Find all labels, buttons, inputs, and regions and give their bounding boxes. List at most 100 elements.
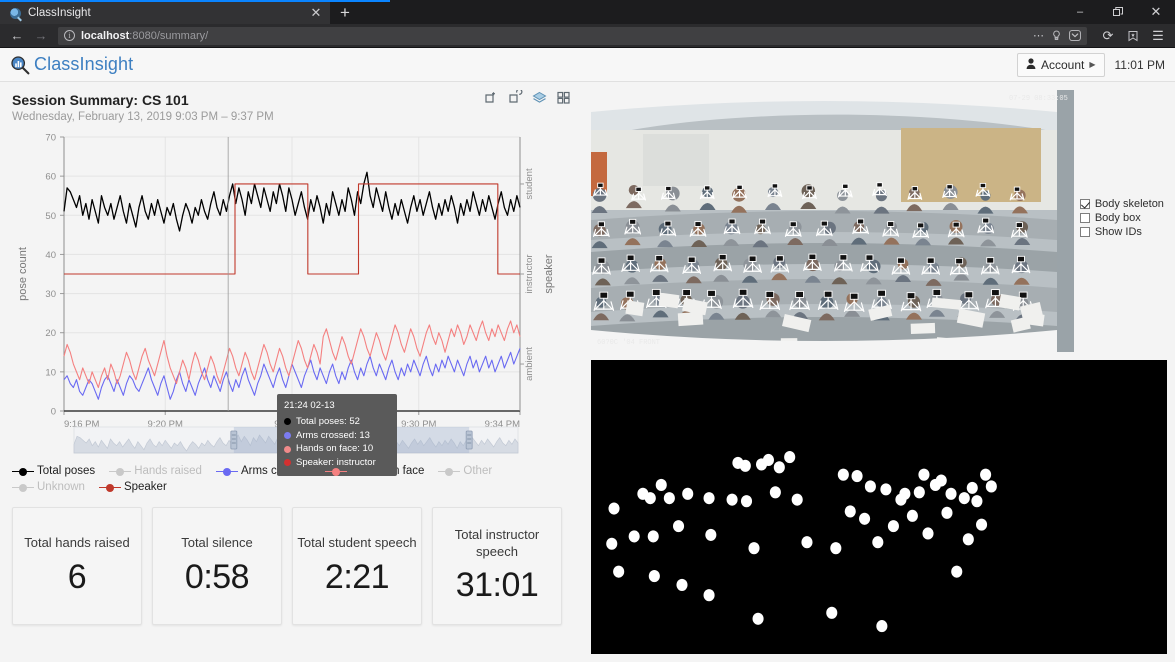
- video-frame: [591, 90, 1057, 352]
- session-datetime: Wednesday, February 13, 2019 9:03 PM – 9…: [12, 111, 274, 123]
- seat-dot: [644, 492, 656, 505]
- seat-dot: [791, 493, 803, 506]
- svg-text:10: 10: [45, 367, 56, 378]
- checkbox-label: Body skeleton: [1094, 198, 1164, 210]
- browser-window: ClassInsight ✕ + – ✕ ← → i localhost:808…: [0, 0, 1175, 662]
- seat-dot: [837, 468, 849, 481]
- account-button[interactable]: Account ▶: [1017, 52, 1105, 77]
- forward-icon[interactable]: →: [30, 26, 52, 46]
- seat-dot: [958, 492, 970, 505]
- header-right: Account ▶ 11:01 PM: [1017, 52, 1165, 77]
- legend-marker: [109, 467, 132, 476]
- brand-name: ClassInsight: [34, 54, 134, 74]
- back-icon[interactable]: ←: [6, 26, 28, 46]
- chevron-right-icon: ▶: [1089, 60, 1096, 69]
- new-tab-button[interactable]: +: [330, 2, 360, 24]
- legend-item-total-poses[interactable]: Total poses: [12, 465, 95, 477]
- svg-text:20: 20: [45, 328, 56, 339]
- url-text: localhost:8080/summary/: [81, 30, 208, 42]
- svg-text:pose count: pose count: [17, 247, 29, 301]
- stat-card-label: Total student speech: [297, 535, 417, 551]
- pocket-icon[interactable]: [1069, 30, 1081, 41]
- right-column: 07-29 08:33:05 60?0C '04 FRONT Body skel…: [585, 82, 1175, 662]
- seat-dot: [673, 520, 685, 533]
- classroom-video[interactable]: 07-29 08:33:05 60?0C '04 FRONT: [591, 90, 1074, 352]
- seat-dot: [887, 520, 899, 533]
- browser-tab[interactable]: ClassInsight ✕: [0, 2, 330, 24]
- bookmark-icon[interactable]: [1122, 26, 1144, 46]
- seat-dot: [985, 480, 997, 493]
- svg-text:70: 70: [45, 133, 56, 144]
- seat-dot: [935, 474, 947, 487]
- seat-dot: [899, 487, 911, 500]
- checkbox-label: Show IDs: [1094, 226, 1142, 238]
- checkbox-body-box[interactable]: Body box: [1079, 212, 1167, 224]
- checkbox-box[interactable]: [1079, 227, 1090, 237]
- legend-item-speaker[interactable]: Speaker: [98, 481, 167, 493]
- classinsight-favicon: [10, 7, 21, 19]
- checkbox-show-ids[interactable]: Show IDs: [1079, 226, 1167, 238]
- stat-card-total-hands-raised: Total hands raised 6: [12, 507, 142, 625]
- tab-title: ClassInsight: [28, 7, 91, 19]
- svg-text:instructor: instructor: [524, 254, 535, 293]
- layers-icon[interactable]: [532, 90, 547, 105]
- grid-icon[interactable]: [556, 90, 571, 105]
- seat-position-map[interactable]: [591, 360, 1167, 654]
- seat-dot: [703, 589, 715, 602]
- legend-item-other[interactable]: Other: [438, 465, 492, 477]
- crop-undo-icon[interactable]: [508, 88, 523, 105]
- pose-count-chart[interactable]: 0102030405060709:16 PM9:20 PM9:25 PM9:30…: [12, 129, 573, 476]
- main-body: Session Summary: CS 101 Wednesday, Febru…: [0, 82, 1175, 662]
- seat-dot: [918, 468, 930, 481]
- window-controls: – ✕: [1061, 0, 1175, 24]
- legend-label: Speaker: [123, 481, 167, 493]
- menu-icon[interactable]: ☰: [1147, 26, 1169, 46]
- reload-icon[interactable]: ⟳: [1097, 26, 1119, 46]
- minimize-icon[interactable]: –: [1061, 0, 1099, 24]
- close-window-icon[interactable]: ✕: [1137, 0, 1175, 24]
- site-info-icon[interactable]: i: [64, 30, 75, 41]
- app-header: ClassInsight Account ▶ 11:01 PM: [0, 48, 1175, 82]
- checkbox-box[interactable]: [1079, 199, 1090, 209]
- stat-card-total-student-speech: Total student speech 2:21: [292, 507, 422, 625]
- clock-display: 11:01 PM: [1114, 57, 1165, 72]
- seat-dot: [608, 502, 620, 515]
- address-bar[interactable]: i localhost:8080/summary/ ⋯: [58, 26, 1087, 45]
- seat-dot: [801, 536, 813, 549]
- seat-dot: [606, 537, 618, 550]
- seat-dots: [591, 360, 1167, 654]
- seat-dot: [655, 478, 667, 492]
- address-bar-icons: ⋯: [1033, 29, 1081, 42]
- video-row: 07-29 08:33:05 60?0C '04 FRONT Body skel…: [591, 90, 1167, 352]
- stat-card-value: 0:58: [184, 557, 250, 596]
- close-tab-icon[interactable]: ✕: [308, 5, 324, 21]
- seat-dot: [784, 451, 796, 464]
- seat-dot: [739, 459, 751, 472]
- seat-dot: [859, 512, 871, 525]
- stat-cards: Total hands raised 6 Total silence 0:58 Tota…: [12, 507, 573, 625]
- legend-item-hands-raised[interactable]: Hands raised: [109, 465, 202, 477]
- crop-add-icon[interactable]: [484, 90, 499, 105]
- lightbulb-icon[interactable]: [1051, 30, 1062, 41]
- overflow-icon[interactable]: ⋯: [1033, 29, 1044, 42]
- tooltip-series-label: Arms crossed: 13: [296, 429, 370, 441]
- svg-text:0: 0: [51, 407, 56, 418]
- seat-dot: [703, 492, 715, 505]
- stat-card-label: Total hands raised: [24, 535, 130, 551]
- app-logo[interactable]: ClassInsight: [10, 54, 133, 75]
- tooltip-series-label: Hands on face: 10: [296, 443, 374, 455]
- tab-strip: ClassInsight ✕ + – ✕: [0, 0, 1175, 24]
- legend-item-unknown[interactable]: Unknown: [12, 481, 85, 493]
- navigation-bar: ← → i localhost:8080/summary/ ⋯ ⟳ ☰: [0, 24, 1175, 48]
- restore-icon[interactable]: [1099, 0, 1137, 24]
- seat-dot: [971, 495, 983, 508]
- view-options: Body skeleton Body box Show IDs: [1079, 90, 1167, 352]
- seat-dot: [773, 461, 785, 474]
- tooltip-series-dot: [284, 445, 291, 453]
- seat-dot: [762, 453, 774, 467]
- stat-card-label: Total instructor speech: [454, 526, 540, 559]
- legend-marker: [12, 483, 34, 492]
- checkbox-body-skeleton[interactable]: Body skeleton: [1079, 198, 1167, 210]
- seat-dot: [613, 565, 625, 578]
- checkbox-box[interactable]: [1079, 213, 1090, 223]
